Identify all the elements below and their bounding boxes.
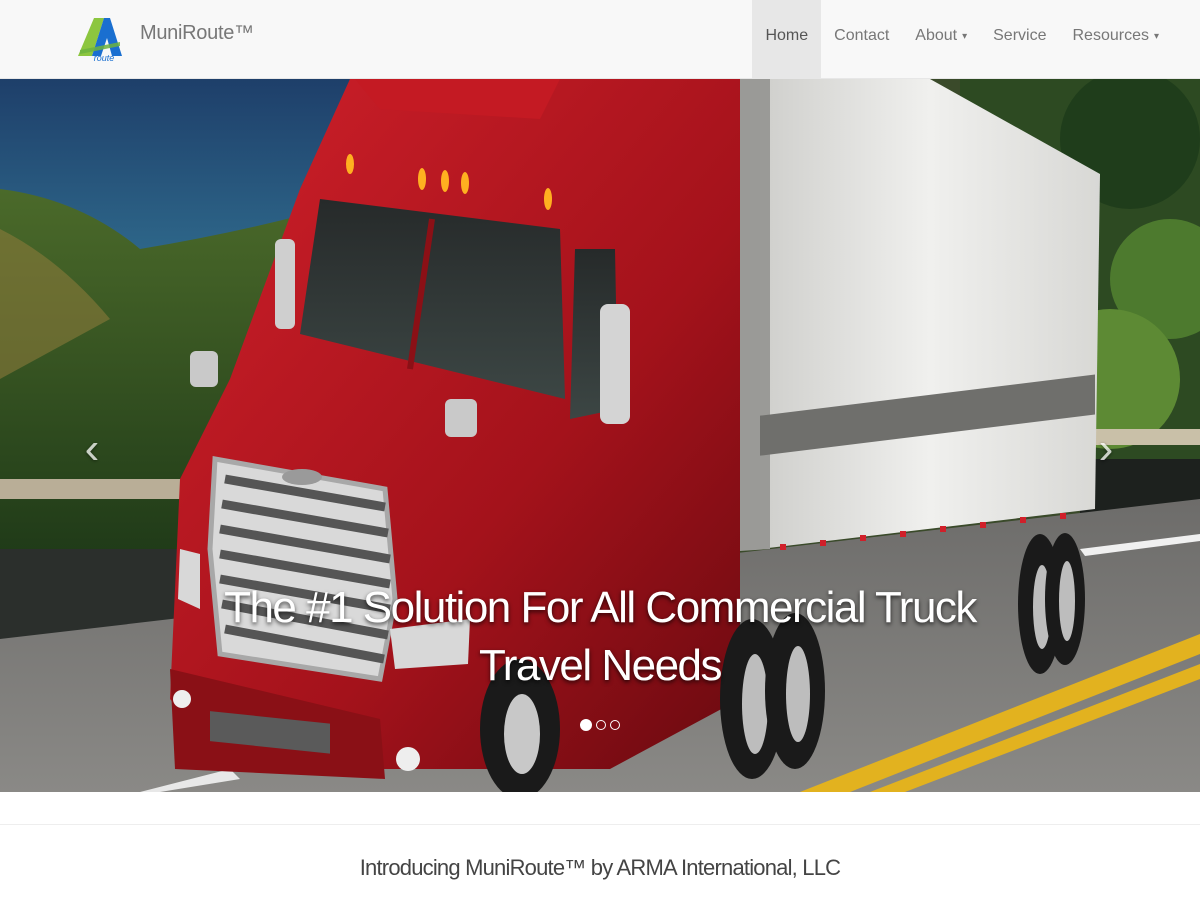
carousel-indicator-1[interactable] [580,719,592,731]
nav-item-resources[interactable]: Resources ▾ [1059,0,1172,78]
carousel-indicator-3[interactable] [610,720,620,730]
nav-item-label: About [915,27,958,44]
nav-item-contact[interactable]: Contact [821,0,902,78]
nav-item-label: Resources [1072,27,1149,44]
logo-text: route [94,53,115,63]
brand-name: MuniRoute™ [140,21,254,44]
carousel-indicator-2[interactable] [596,720,606,730]
munirroute-logo-icon: route [78,18,122,63]
carousel-caption: The #1 Solution For All Commercial Truck… [224,583,977,690]
intro-heading: Introducing MuniRoute™ by ARMA Internati… [359,855,841,880]
carousel-indicators [0,719,1200,731]
brand-link[interactable]: route MuniRoute™ [74,12,254,64]
nav-item-label: Contact [834,27,890,44]
section-divider [0,824,1200,825]
carousel-prev-button[interactable]: ‹ [72,419,112,479]
nav-item-label: Service [993,27,1047,44]
nav-item-service[interactable]: Service [980,0,1059,78]
caret-down-icon: ▾ [1153,30,1159,42]
carousel-next-button[interactable]: › [1086,419,1126,479]
navbar: route MuniRoute™ Home Contact About ▾ Se… [0,0,1200,79]
nav-menu: Home Contact About ▾ Service Resources ▾ [752,0,1172,78]
hero-carousel: ‹ › The #1 Solution For All Commercial T… [0,79,1200,792]
nav-item-about[interactable]: About ▾ [902,0,980,78]
nav-item-home[interactable]: Home [752,0,822,78]
nav-item-label: Home [765,27,809,44]
caret-down-icon: ▾ [962,30,968,42]
